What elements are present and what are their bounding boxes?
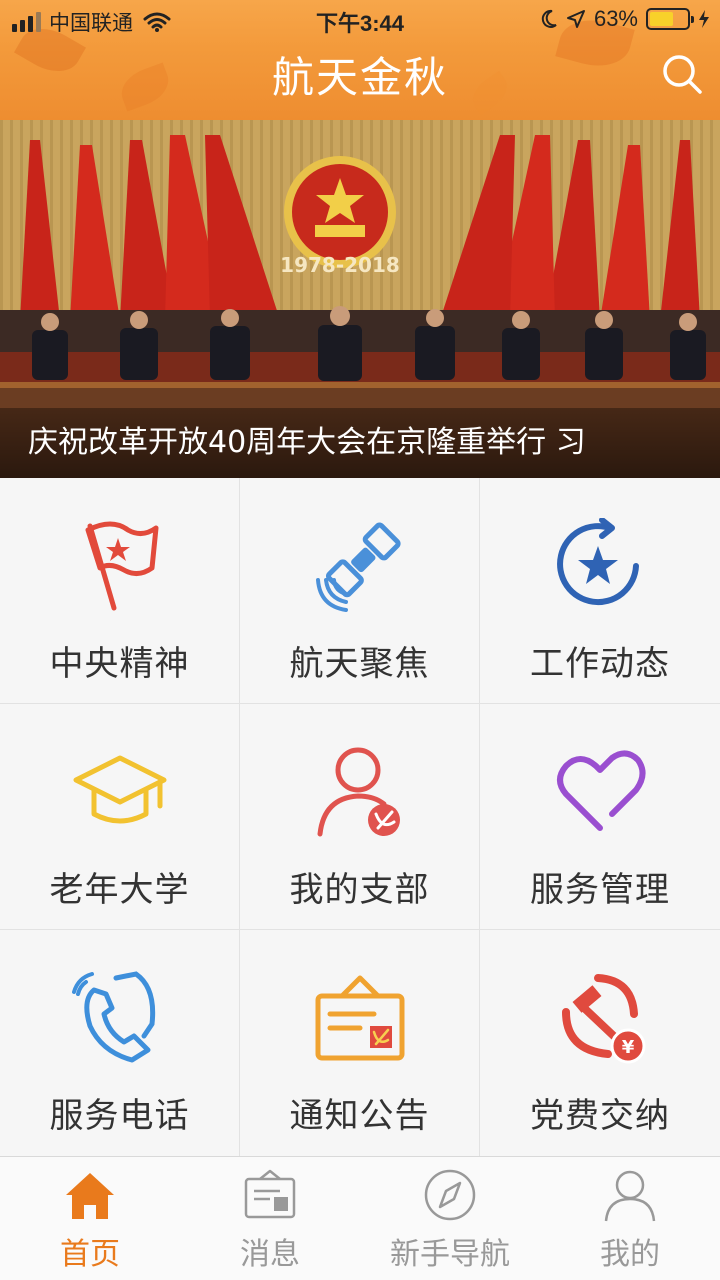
message-icon [244, 1169, 296, 1219]
app-header: 中国联通 下午3:44 63% 航天金秋 [0, 0, 720, 120]
moon-icon [541, 9, 557, 28]
banner-caption[interactable]: 庆祝改革开放40周年大会在京隆重举行 习 [0, 408, 720, 478]
location-icon [566, 10, 585, 28]
grid-item-label: 通知公告 [289, 1096, 430, 1136]
grid-item-label: 老年大学 [49, 870, 190, 910]
tab-label: 首页 [60, 1237, 120, 1272]
tab-label: 消息 [240, 1237, 300, 1272]
grid-item-central-spirit[interactable]: 中央精神 [0, 478, 239, 703]
status-bar: 中国联通 下午3:44 63% [0, 0, 720, 40]
grid-item-label: 服务电话 [49, 1096, 190, 1136]
tab-bar: 首页 消息 新手导航 我的 [0, 1156, 720, 1280]
heart-icon [557, 750, 646, 831]
news-banner[interactable]: 1978-2018 庆祝改革开放40周年大会在京隆重举行 习 [0, 120, 720, 478]
search-icon[interactable] [660, 52, 704, 96]
tab-label: 新手导航 [390, 1237, 510, 1272]
party-fee-icon: ¥ [562, 974, 646, 1064]
grid-item-notices[interactable]: 通知公告 [240, 930, 479, 1156]
star-refresh-icon [557, 518, 639, 606]
phone-icon [71, 971, 155, 1063]
tab-messages[interactable]: 消息 [180, 1157, 360, 1280]
battery-percent: 63% [593, 6, 638, 31]
grid-item-service-phone[interactable]: 服务电话 [0, 930, 239, 1156]
grid-item-my-branch[interactable]: 我的支部 [240, 704, 479, 929]
grid-item-senior-university[interactable]: 老年大学 [0, 704, 239, 929]
grid-item-label: 党费交纳 [530, 1096, 670, 1136]
grid-item-party-dues[interactable]: ¥ 党费交纳 [480, 930, 720, 1156]
svg-text:¥: ¥ [622, 1037, 635, 1058]
member-party-icon [317, 747, 400, 837]
feature-grid: 中央精神 航天聚焦 工作动态 老年大学 我的支部 服务管理 服务电话 通知公告 … [0, 478, 720, 1156]
graduation-cap-icon [73, 755, 166, 824]
user-icon [604, 1170, 656, 1222]
charging-icon [699, 10, 709, 28]
compass-icon [424, 1169, 476, 1221]
tab-label: 我的 [600, 1237, 660, 1272]
battery-icon [646, 8, 694, 30]
grid-item-work-updates[interactable]: 工作动态 [480, 478, 720, 703]
home-icon [66, 1173, 114, 1219]
satellite-icon [315, 522, 401, 612]
grid-item-label: 我的支部 [289, 870, 430, 910]
grid-item-label: 服务管理 [530, 870, 670, 910]
emblem-years: 1978-2018 [280, 253, 400, 277]
page-title: 航天金秋 [271, 53, 448, 102]
grid-item-label: 中央精神 [49, 644, 190, 684]
grid-item-aerospace-focus[interactable]: 航天聚焦 [240, 478, 479, 703]
grid-item-label: 航天聚焦 [289, 644, 430, 684]
grid-item-service-management[interactable]: 服务管理 [480, 704, 720, 929]
red-flag-icon [85, 521, 158, 611]
grid-item-label: 工作动态 [530, 644, 670, 684]
tab-mine[interactable]: 我的 [540, 1157, 720, 1280]
tab-home[interactable]: 首页 [0, 1157, 180, 1280]
notice-board-icon [315, 975, 404, 1061]
tab-beginner-guide[interactable]: 新手导航 [360, 1157, 540, 1280]
